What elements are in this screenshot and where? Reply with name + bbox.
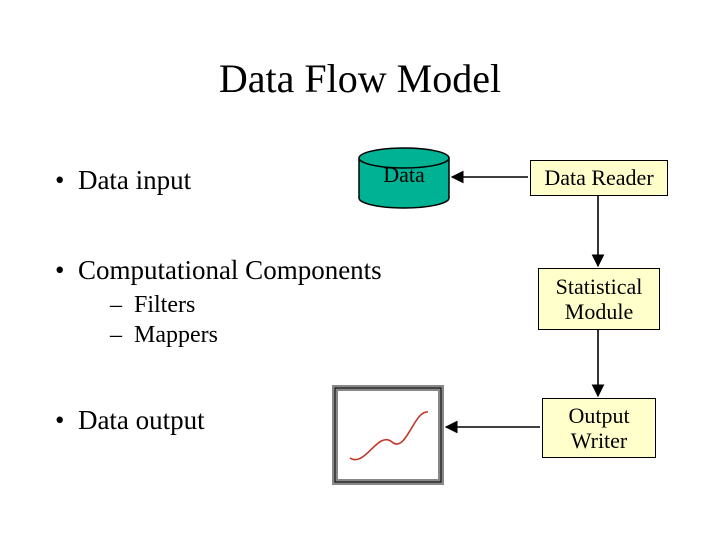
box-output-writer: Output Writer <box>542 398 656 458</box>
bullet-data-output: • Data output <box>55 405 205 436</box>
box-data-reader: Data Reader <box>530 160 668 196</box>
box-label: Data Reader <box>544 165 653 190</box>
box-label: Output Writer <box>543 403 655 454</box>
cylinder-label: Data <box>359 162 449 188</box>
subbullet-mappers: – Mappers <box>110 322 218 349</box>
bullet-text: Computational Components <box>78 255 382 285</box>
slide-title: Data Flow Model <box>0 55 720 102</box>
bullet-computational: • Computational Components <box>55 255 382 286</box>
bullet-text: Data output <box>78 405 205 435</box>
box-label: Statistical Module <box>539 274 659 325</box>
subbullet-filters: – Filters <box>110 292 195 319</box>
subbullet-text: Filters <box>134 292 195 318</box>
box-statistical-module: Statistical Module <box>538 268 660 330</box>
bullet-text: Data input <box>78 165 191 195</box>
subbullet-text: Mappers <box>134 322 218 348</box>
bullet-data-input: • Data input <box>55 165 191 196</box>
